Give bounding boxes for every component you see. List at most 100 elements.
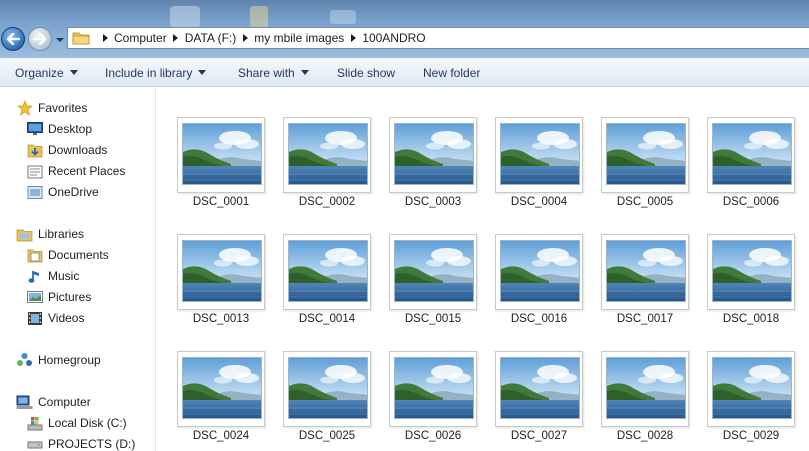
new-folder-button[interactable]: New folder: [423, 58, 480, 87]
window-title-area: Computer DATA (F:) my mbile images 100AN…: [0, 0, 809, 58]
file-name[interactable]: DSC_0014: [277, 313, 377, 325]
file-name[interactable]: DSC_0001: [171, 196, 271, 208]
image-thumbnail[interactable]: [707, 351, 795, 427]
include-in-library-button[interactable]: Include in library: [105, 58, 207, 87]
new-folder-label: New folder: [423, 65, 481, 80]
chevron-right-icon[interactable]: [236, 34, 254, 42]
breadcrumb-label[interactable]: DATA (F:): [185, 31, 237, 45]
desktop-icon: [26, 121, 43, 137]
breadcrumb-images-folder[interactable]: my mbile images: [236, 31, 344, 45]
nav-item-pictures[interactable]: Pictures: [26, 287, 91, 307]
image-thumbnail[interactable]: [389, 234, 477, 310]
organize-label: Organize: [15, 65, 64, 80]
breadcrumb-label[interactable]: Computer: [114, 31, 167, 45]
breadcrumb-computer[interactable]: Computer: [96, 31, 167, 45]
file-name[interactable]: DSC_0017: [595, 313, 695, 325]
nav-item-downloads[interactable]: Downloads: [26, 140, 107, 160]
image-thumbnail[interactable]: [495, 234, 583, 310]
back-button[interactable]: [1, 27, 25, 51]
file-name[interactable]: DSC_0026: [383, 430, 483, 442]
nav-item-libraries[interactable]: Libraries: [16, 224, 84, 244]
file-name[interactable]: DSC_0024: [171, 430, 271, 442]
file-name[interactable]: DSC_0016: [489, 313, 589, 325]
nav-item-local-disk[interactable]: Local Disk (C:): [26, 413, 127, 433]
file-name[interactable]: DSC_0015: [383, 313, 483, 325]
file-name[interactable]: DSC_0025: [277, 430, 377, 442]
nav-item-desktop[interactable]: Desktop: [26, 119, 92, 139]
command-bar: Organize Include in library Share with S…: [0, 58, 809, 87]
image-thumbnail[interactable]: [283, 234, 371, 310]
image-thumbnail[interactable]: [495, 351, 583, 427]
downloads-folder-icon: [26, 142, 43, 158]
image-thumbnail[interactable]: [601, 351, 689, 427]
breadcrumb-label[interactable]: my mbile images: [254, 31, 344, 45]
file-name[interactable]: DSC_0002: [277, 196, 377, 208]
image-thumbnail[interactable]: [177, 351, 265, 427]
star-icon: [16, 100, 33, 116]
nav-item-favorites[interactable]: Favorites: [16, 98, 87, 118]
nav-item-label: Desktop: [48, 122, 93, 136]
landscape-photo: [712, 240, 792, 302]
nav-item-label: Documents: [48, 248, 109, 262]
share-with-button[interactable]: Share with: [238, 58, 309, 87]
chevron-down-icon: [300, 70, 309, 75]
image-thumbnail[interactable]: [495, 117, 583, 193]
nav-item-videos[interactable]: Videos: [26, 308, 84, 328]
chevron-down-icon: [69, 70, 78, 75]
image-thumbnail[interactable]: [601, 117, 689, 193]
chevron-right-icon[interactable]: [167, 34, 185, 42]
file-name[interactable]: DSC_0028: [595, 430, 695, 442]
file-name[interactable]: DSC_0003: [383, 196, 483, 208]
pictures-icon: [26, 289, 43, 305]
nav-item-label: OneDrive: [48, 185, 99, 199]
file-name[interactable]: DSC_0018: [701, 313, 801, 325]
image-thumbnail[interactable]: [389, 117, 477, 193]
nav-item-label: Music: [48, 269, 80, 283]
file-name[interactable]: DSC_0005: [595, 196, 695, 208]
recent-pages-dropdown-icon[interactable]: [55, 36, 65, 44]
nav-item-label: Computer: [38, 395, 91, 409]
nav-item-label: Libraries: [38, 227, 85, 241]
chevron-right-icon[interactable]: [344, 34, 362, 42]
file-name[interactable]: DSC_0006: [701, 196, 801, 208]
nav-item-computer[interactable]: Computer: [16, 392, 91, 412]
image-thumbnail[interactable]: [389, 351, 477, 427]
landscape-photo: [606, 240, 686, 302]
file-name[interactable]: DSC_0029: [701, 430, 801, 442]
slide-show-button[interactable]: Slide show: [337, 58, 395, 87]
image-thumbnail[interactable]: [177, 234, 265, 310]
folder-icon: [72, 32, 90, 45]
image-thumbnail[interactable]: [283, 117, 371, 193]
breadcrumb-label[interactable]: 100ANDRO: [362, 31, 425, 45]
image-thumbnail[interactable]: [283, 351, 371, 427]
file-name[interactable]: DSC_0027: [489, 430, 589, 442]
nav-item-projects[interactable]: PROJECTS (D:): [26, 434, 135, 451]
recent-places-icon: [26, 163, 43, 179]
landscape-photo: [712, 357, 792, 419]
breadcrumb-data-drive[interactable]: DATA (F:): [167, 31, 237, 45]
nav-item-label: Homegroup: [38, 353, 101, 367]
breadcrumb-current-folder[interactable]: 100ANDRO: [344, 31, 426, 45]
file-name[interactable]: DSC_0004: [489, 196, 589, 208]
landscape-photo: [606, 357, 686, 419]
file-name[interactable]: DSC_0013: [171, 313, 271, 325]
image-thumbnail[interactable]: [601, 234, 689, 310]
chevron-right-icon[interactable]: [96, 34, 114, 42]
nav-item-music[interactable]: Music: [26, 266, 79, 286]
address-bar[interactable]: Computer DATA (F:) my mbile images 100AN…: [67, 27, 809, 49]
nav-item-homegroup[interactable]: Homegroup: [16, 350, 101, 370]
organize-button[interactable]: Organize: [15, 58, 78, 87]
image-thumbnail[interactable]: [707, 234, 795, 310]
image-thumbnail[interactable]: [707, 117, 795, 193]
music-note-icon: [26, 268, 43, 284]
image-thumbnail[interactable]: [177, 117, 265, 193]
nav-item-documents[interactable]: Documents: [26, 245, 109, 265]
drive-icon: [26, 436, 43, 451]
landscape-photo: [500, 123, 580, 185]
landscape-photo: [712, 123, 792, 185]
background-blur: [330, 10, 356, 24]
back-arrow-icon: [6, 33, 20, 45]
nav-item-onedrive[interactable]: OneDrive: [26, 182, 99, 202]
forward-button[interactable]: [28, 27, 52, 51]
nav-item-recent-places[interactable]: Recent Places: [26, 161, 125, 181]
